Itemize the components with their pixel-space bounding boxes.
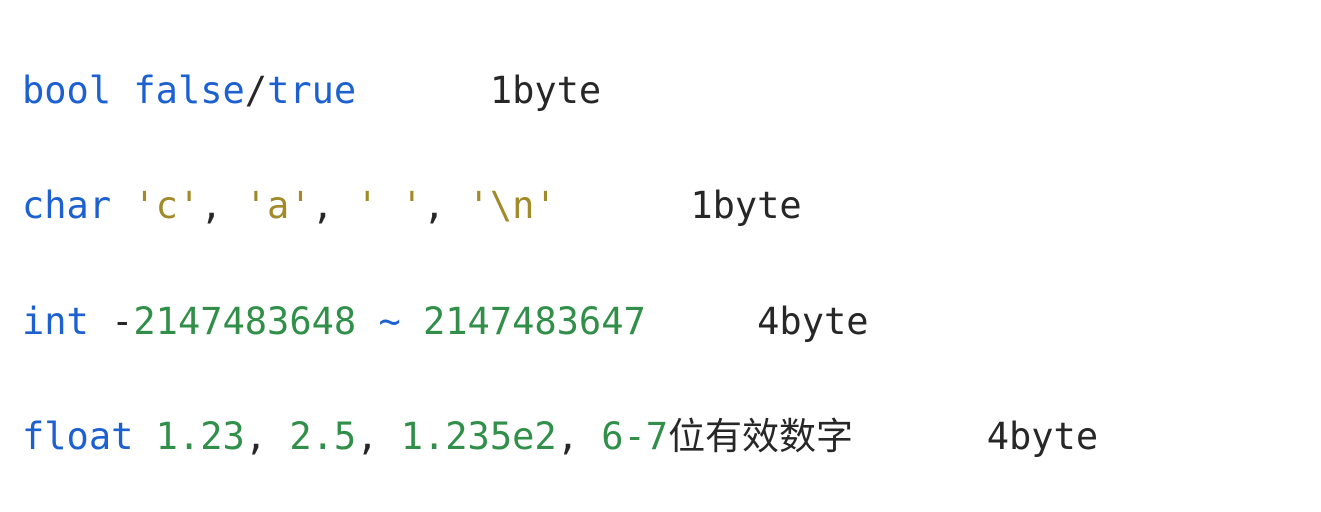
type-int: int [22, 300, 89, 343]
char-lit-c: 'c' [133, 184, 200, 227]
code-line-bool: bool false/true 1byte [22, 62, 1321, 120]
float-digits: 6-7 [601, 415, 668, 458]
slash: / [245, 69, 267, 112]
char-lit-a: 'a' [245, 184, 312, 227]
comma: , [245, 415, 290, 458]
code-line-char: char 'c', 'a', ' ', '\n' 1byte [22, 177, 1321, 235]
code-line-int: int -2147483648 ~ 2147483647 4byte [22, 293, 1321, 351]
code-line-float: float 1.23, 2.5, 1.235e2, 6-7位有效数字 4byte [22, 408, 1321, 466]
comma: , [423, 184, 468, 227]
size-float: 4byte [987, 415, 1098, 458]
float-desc: 位有效数字 [668, 415, 853, 458]
gap [646, 300, 757, 343]
float-v1: 1.23 [156, 415, 245, 458]
gap [356, 69, 490, 112]
comma: , [200, 184, 245, 227]
float-v2: 2.5 [289, 415, 356, 458]
char-lit-newline: '\n' [468, 184, 557, 227]
size-char: 1byte [690, 184, 801, 227]
type-float: float [22, 415, 133, 458]
type-char: char [22, 184, 111, 227]
char-lit-space: ' ' [356, 184, 423, 227]
literal-true: true [267, 69, 356, 112]
sp [401, 300, 423, 343]
size-int: 4byte [757, 300, 868, 343]
type-bool: bool [22, 69, 111, 112]
literal-false: false [133, 69, 244, 112]
comma: , [312, 184, 357, 227]
sp [111, 184, 133, 227]
gap [853, 415, 987, 458]
int-min: 2147483648 [133, 300, 356, 343]
int-max: 2147483647 [423, 300, 646, 343]
gap [557, 184, 691, 227]
sp [133, 415, 155, 458]
size-bool: 1byte [490, 69, 601, 112]
comma: , [356, 415, 401, 458]
code-block: bool false/true 1byte char 'c', 'a', ' '… [0, 0, 1321, 512]
float-v3: 1.235e2 [401, 415, 557, 458]
tilde: ~ [378, 300, 400, 343]
minus-sign: - [111, 300, 133, 343]
sp [89, 300, 111, 343]
comma: , [557, 415, 602, 458]
sp [356, 300, 378, 343]
